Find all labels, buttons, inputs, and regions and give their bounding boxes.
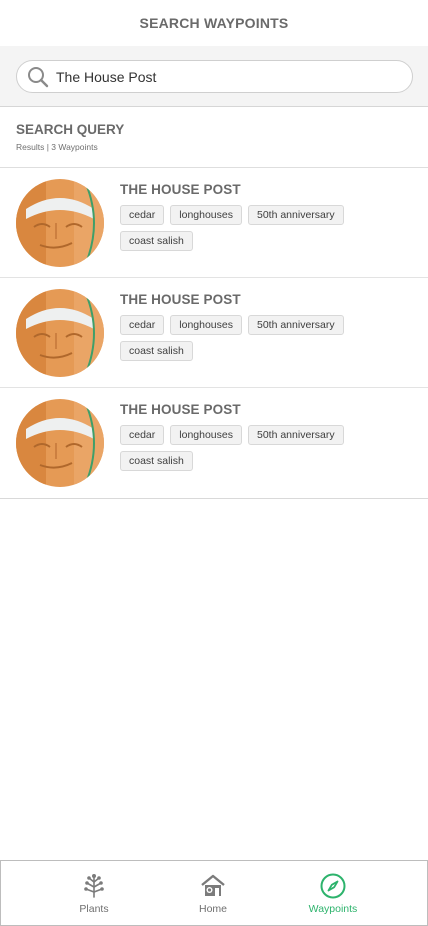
tag[interactable]: 50th anniversary [247, 205, 344, 225]
tab-waypoints[interactable]: Waypoints [239, 861, 427, 925]
tag[interactable]: coast salish [120, 341, 193, 361]
query-result-count: Results | 3 Waypoints [16, 142, 98, 152]
tag[interactable]: longhouses [170, 425, 242, 445]
tag[interactable]: 50th anniversary [247, 315, 344, 335]
results-list: THE HOUSE POST cedar longhouses 50th ann… [0, 168, 428, 499]
search-query-header: SEARCH QUERY Results | 3 Waypoints [0, 107, 428, 168]
tab-label: Waypoints [308, 903, 358, 915]
bottom-tab-bar: Plants Home Waypoints [0, 860, 428, 926]
search-bar [0, 46, 428, 107]
page-title: SEARCH WAYPOINTS [139, 15, 289, 31]
tag[interactable]: cedar [120, 205, 165, 225]
list-item[interactable]: THE HOUSE POST cedar longhouses 50th ann… [0, 278, 428, 388]
list-item[interactable]: THE HOUSE POST cedar longhouses 50th ann… [0, 388, 428, 499]
tab-label: Plants [79, 903, 109, 915]
tag-list: cedar longhouses 50th anniversary coast … [120, 315, 370, 367]
waypoint-title: THE HOUSE POST [120, 182, 241, 197]
tag[interactable]: cedar [120, 425, 165, 445]
query-title: SEARCH QUERY [16, 122, 125, 137]
tag[interactable]: 50th anniversary [247, 425, 344, 445]
search-field[interactable] [16, 60, 413, 93]
waypoint-title: THE HOUSE POST [120, 292, 241, 307]
waypoint-thumbnail [16, 179, 104, 267]
tag-list: cedar longhouses 50th anniversary coast … [120, 205, 370, 257]
tag[interactable]: coast salish [120, 231, 193, 251]
tag[interactable]: cedar [120, 315, 165, 335]
tag[interactable]: coast salish [120, 451, 193, 471]
waypoint-title: THE HOUSE POST [120, 402, 241, 417]
tab-home[interactable]: Home [187, 861, 239, 925]
search-icon[interactable] [27, 66, 49, 88]
tab-plants[interactable]: Plants [1, 861, 187, 925]
tag[interactable]: longhouses [170, 205, 242, 225]
tree-icon [81, 873, 107, 899]
waypoint-thumbnail [16, 399, 104, 487]
tag-list: cedar longhouses 50th anniversary coast … [120, 425, 370, 477]
compass-icon [320, 873, 346, 899]
list-item[interactable]: THE HOUSE POST cedar longhouses 50th ann… [0, 168, 428, 278]
house-icon [200, 873, 226, 899]
waypoint-thumbnail [16, 289, 104, 377]
tag[interactable]: longhouses [170, 315, 242, 335]
tab-label: Home [198, 903, 227, 915]
search-input[interactable] [56, 68, 386, 85]
app-header: SEARCH WAYPOINTS [0, 0, 428, 46]
